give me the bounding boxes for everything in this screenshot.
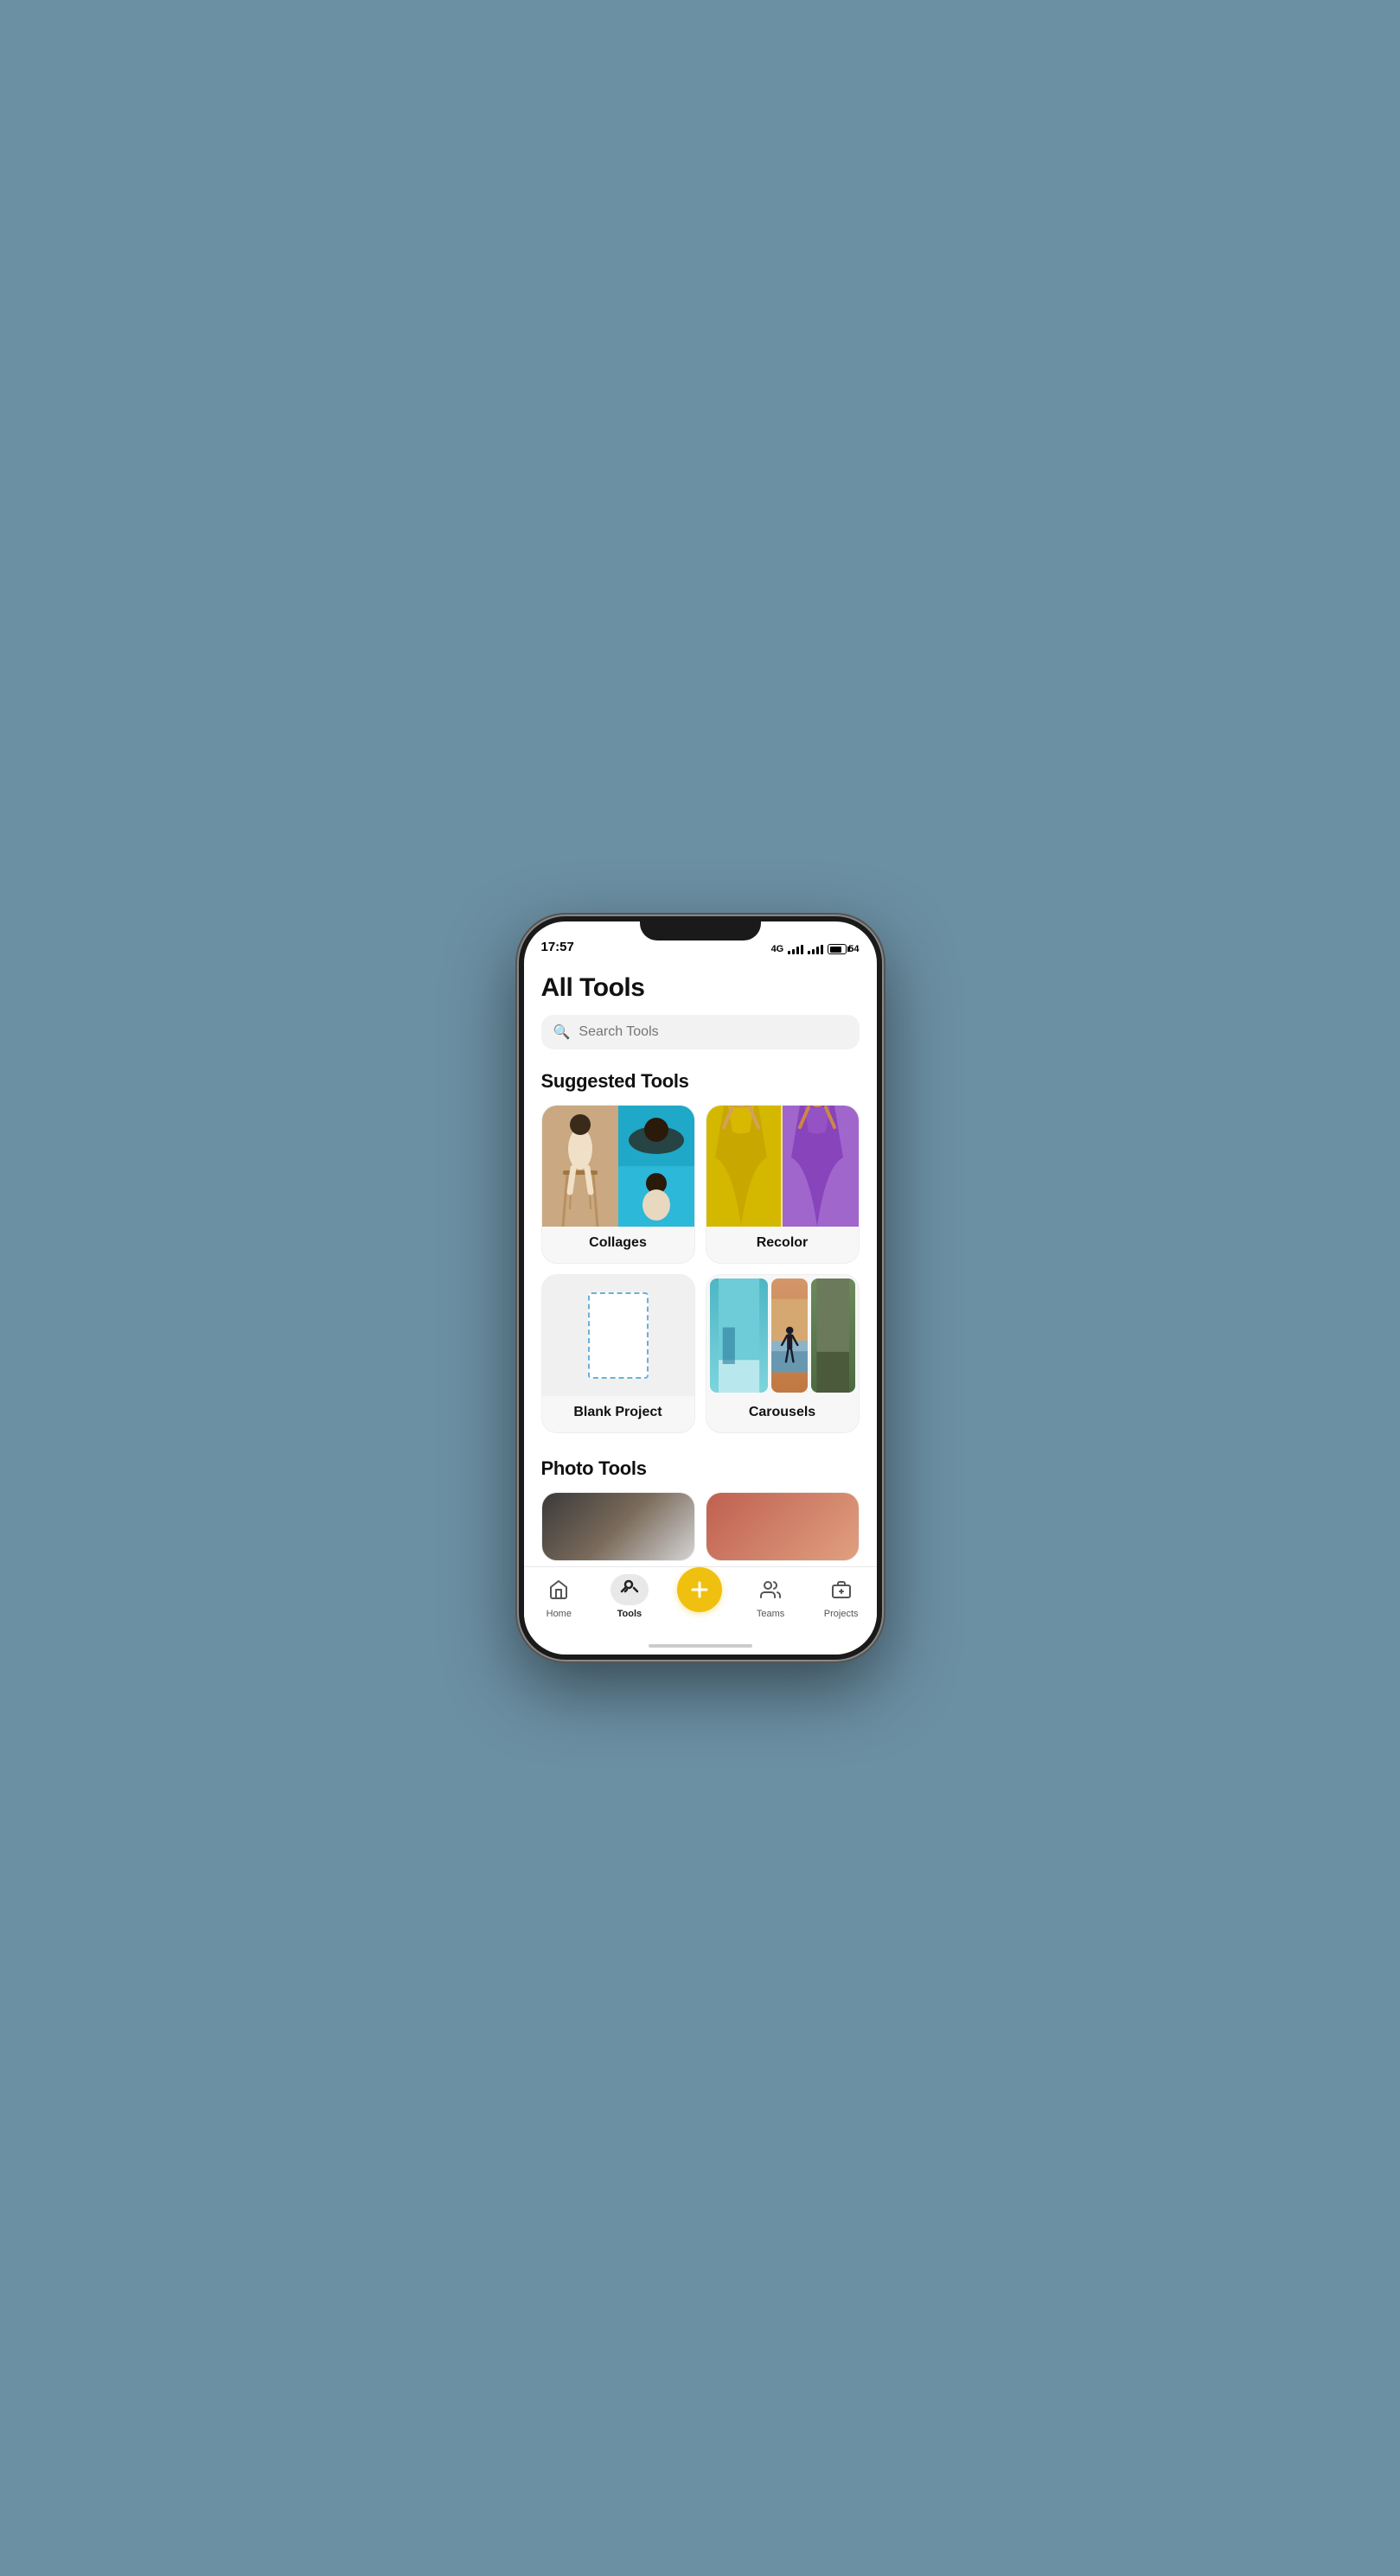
photo-tools-title: Photo Tools bbox=[541, 1457, 860, 1480]
carousel-photo-1 bbox=[710, 1278, 768, 1393]
nav-item-teams[interactable]: Teams bbox=[735, 1574, 806, 1619]
signal-bars bbox=[788, 945, 803, 954]
recolor-image bbox=[706, 1106, 859, 1227]
collages-label: Collages bbox=[542, 1227, 694, 1263]
photo-tool-bg-1 bbox=[542, 1493, 694, 1560]
main-content: All Tools 🔍 Suggested Tools bbox=[524, 960, 877, 1566]
photo-tool-card-1[interactable] bbox=[541, 1492, 695, 1561]
phone-frame: 17:57 4G 54 All Tools bbox=[519, 916, 882, 1660]
suggested-tools-grid: Collages bbox=[541, 1105, 860, 1433]
collages-image bbox=[542, 1106, 694, 1227]
teams-nav-label: Teams bbox=[757, 1609, 784, 1619]
projects-icon-wrap bbox=[822, 1574, 860, 1605]
tools-icon-wrap bbox=[611, 1574, 649, 1605]
home-nav-label: Home bbox=[547, 1609, 572, 1619]
bottom-nav: Home Tools bbox=[524, 1566, 877, 1637]
plus-icon bbox=[687, 1578, 712, 1602]
nav-item-tools[interactable]: Tools bbox=[594, 1574, 665, 1619]
tool-card-recolor[interactable]: Recolor bbox=[706, 1105, 860, 1264]
carousel-photo-3 bbox=[811, 1278, 854, 1393]
tool-card-carousels[interactable]: Carousels bbox=[706, 1274, 860, 1433]
search-bar[interactable]: 🔍 bbox=[541, 1015, 860, 1049]
collage-right-top bbox=[618, 1106, 694, 1166]
projects-nav-label: Projects bbox=[824, 1609, 859, 1619]
nav-item-home[interactable]: Home bbox=[524, 1574, 595, 1619]
blank-rectangle bbox=[588, 1292, 649, 1379]
recolor-right-purple bbox=[783, 1106, 859, 1227]
signal-bars-2 bbox=[808, 945, 823, 954]
carousels-label: Carousels bbox=[706, 1396, 859, 1432]
nav-item-projects[interactable]: Projects bbox=[806, 1574, 877, 1619]
nav-item-create[interactable] bbox=[665, 1574, 736, 1612]
status-icons: 4G 54 bbox=[771, 944, 860, 954]
blank-img bbox=[542, 1275, 694, 1396]
teams-icon bbox=[760, 1579, 781, 1600]
home-indicator-bar bbox=[649, 1644, 752, 1648]
home-icon-wrap bbox=[540, 1574, 578, 1605]
collage-right-bottom bbox=[618, 1166, 694, 1227]
blank-project-image bbox=[542, 1275, 694, 1396]
collage-right bbox=[618, 1106, 694, 1227]
search-input[interactable] bbox=[579, 1024, 847, 1040]
recolor-img bbox=[706, 1106, 859, 1227]
page-title: All Tools bbox=[541, 973, 860, 1003]
notch bbox=[640, 916, 761, 940]
photo-tool-bg-2 bbox=[706, 1493, 859, 1560]
recolor-label: Recolor bbox=[706, 1227, 859, 1263]
battery-icon bbox=[828, 944, 847, 954]
tool-card-collages[interactable]: Collages bbox=[541, 1105, 695, 1264]
teams-icon-wrap bbox=[751, 1574, 789, 1605]
photo-tool-card-2[interactable] bbox=[706, 1492, 860, 1561]
home-indicator bbox=[524, 1637, 877, 1655]
tool-card-blank-project[interactable]: Blank Project bbox=[541, 1274, 695, 1433]
carousels-image bbox=[706, 1275, 859, 1396]
blank-project-label: Blank Project bbox=[542, 1396, 694, 1432]
suggested-tools-title: Suggested Tools bbox=[541, 1070, 860, 1093]
battery: 54 bbox=[828, 944, 859, 954]
network-label: 4G bbox=[771, 944, 784, 954]
tools-icon bbox=[619, 1579, 640, 1600]
status-time: 17:57 bbox=[541, 940, 574, 954]
collage-img bbox=[542, 1106, 694, 1227]
screen: 17:57 4G 54 All Tools bbox=[524, 921, 877, 1655]
recolor-left-yellow bbox=[706, 1106, 783, 1227]
collage-left bbox=[542, 1106, 618, 1227]
battery-fill bbox=[830, 947, 841, 953]
create-fab-button[interactable] bbox=[677, 1567, 722, 1612]
carousel-img bbox=[706, 1275, 859, 1396]
carousel-photo-2 bbox=[771, 1278, 808, 1393]
photo-tools-grid bbox=[541, 1492, 860, 1561]
home-icon bbox=[548, 1579, 569, 1600]
search-icon: 🔍 bbox=[553, 1023, 571, 1041]
tools-nav-label: Tools bbox=[617, 1609, 642, 1619]
projects-icon bbox=[831, 1579, 852, 1600]
